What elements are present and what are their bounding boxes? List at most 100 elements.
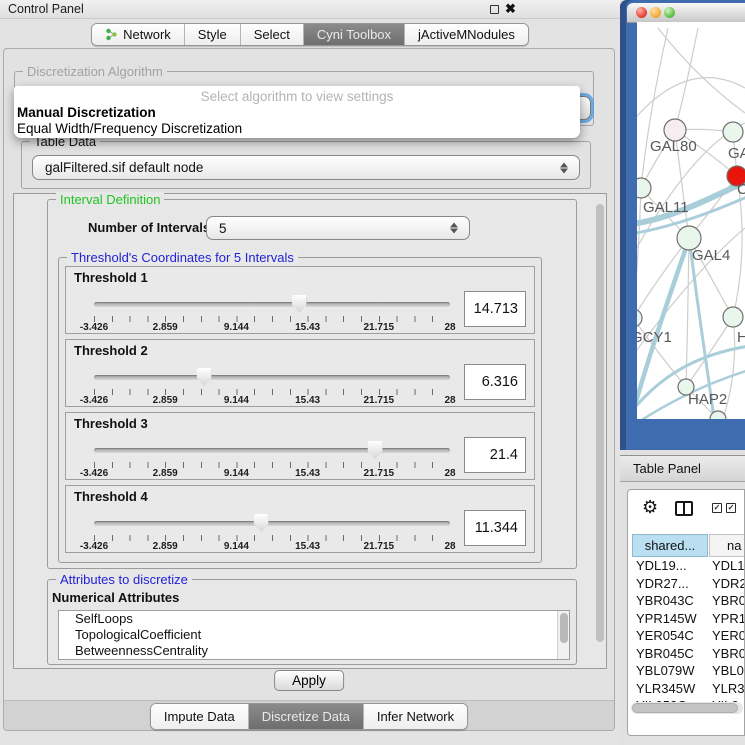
svg-text:GAL80: GAL80	[650, 138, 697, 155]
attributes-group: Attributes to discretize Numerical Attri…	[47, 579, 577, 665]
bottom-tab[interactable]: Infer Network	[364, 704, 467, 729]
tick-label: -3.426	[80, 395, 108, 406]
table-panel-titlebar: Table Panel	[620, 455, 745, 482]
cell-name: YER0	[712, 628, 745, 643]
numerical-attributes-list[interactable]: SelfLoops TopologicalCoefficient Between…	[58, 610, 570, 660]
tick-label: 2.859	[153, 395, 178, 406]
zoom-traffic-light-icon[interactable]	[664, 7, 675, 18]
svg-text:GAL4: GAL4	[692, 247, 730, 264]
panel-title: Control Panel	[8, 2, 84, 16]
slider-tick-labels: -3.426 2.859 9.144 15.43 21.715	[94, 468, 450, 480]
threshold-slider[interactable]	[94, 517, 450, 531]
table-data-combobox[interactable]: galFiltered.sif default node	[32, 155, 580, 180]
threshold-value-field[interactable]: 21.4	[464, 437, 526, 473]
panel-scrollbar[interactable]	[596, 204, 604, 642]
table-row[interactable]: YBR045C YBR0	[628, 646, 745, 664]
numerical-attributes-label: Numerical Attributes	[52, 590, 179, 605]
network-nodes[interactable]	[637, 119, 745, 419]
discretization-algorithm-label: Discretization Algorithm	[23, 64, 167, 79]
table-row[interactable]: YER054C YER0	[628, 628, 745, 646]
table-body: YDL19... YDL1 YDR27... YDR2 YBR043C YBR0	[628, 558, 745, 706]
threshold-slider[interactable]	[94, 444, 450, 458]
top-tab[interactable]: Select	[241, 24, 304, 45]
table-row[interactable]: YBR043C YBR0	[628, 593, 745, 611]
list-scrollbar[interactable]	[557, 611, 569, 659]
cell-name: YBR0	[712, 593, 745, 608]
table-row[interactable]: YPR145W YPR1	[628, 611, 745, 629]
table-row[interactable]: YLR345W YLR3	[628, 681, 745, 699]
slider-track[interactable]	[94, 448, 450, 453]
num-intervals-label: Number of Intervals	[88, 220, 210, 235]
table-row[interactable]: YDR27... YDR2	[628, 576, 745, 594]
top-tab[interactable]: Style	[185, 24, 241, 45]
tick-label: 15.43	[295, 395, 320, 406]
float-window-icon[interactable]	[490, 5, 499, 14]
settings-gear-icon[interactable]: ⚙	[642, 497, 658, 518]
tick-label: 21.715	[364, 541, 395, 552]
table-horizontal-scrollbar[interactable]	[631, 702, 743, 714]
table-row[interactable]: YDL19... YDL1	[628, 558, 745, 576]
checkbox-icon[interactable]: ✓	[712, 503, 722, 513]
attributes-group-label: Attributes to discretize	[56, 572, 192, 587]
top-tab[interactable]: Network	[92, 24, 185, 45]
tick-label: 15.43	[295, 541, 320, 552]
dropdown-prompt: Select algorithm to view settings	[14, 89, 580, 104]
threshold-block: Threshold 4 -3.426	[65, 485, 535, 553]
cell-shared-name: YDL19...	[636, 558, 687, 573]
threshold-list: Threshold 1 -3.426	[59, 266, 541, 553]
tick-label: 21.715	[364, 395, 395, 406]
slider-tick-labels: -3.426 2.859 9.144 15.43 21.715	[94, 322, 450, 334]
svg-text:C: C	[737, 181, 745, 198]
tick-label: 28	[444, 541, 455, 552]
split-columns-icon[interactable]	[675, 501, 693, 516]
tick-label: 15.43	[295, 468, 320, 479]
column-header-name[interactable]: na	[709, 534, 745, 557]
slider-track[interactable]	[94, 375, 450, 380]
network-view[interactable]: GAL80 GA C GAL11 GAL4 GCY1 H HAP2	[637, 22, 745, 419]
threshold-slider[interactable]	[94, 371, 450, 385]
threshold-value-field[interactable]: 14.713	[464, 291, 526, 327]
network-canvas[interactable]: GAL80 GA C GAL11 GAL4 GCY1 H HAP2	[637, 22, 745, 419]
node-gal11	[637, 178, 651, 198]
top-tab-label: Cyni Toolbox	[317, 27, 391, 42]
num-intervals-combobox[interactable]: 5	[206, 216, 470, 240]
bottom-tab[interactable]: Discretize Data	[249, 704, 364, 729]
slider-thumb[interactable]	[368, 441, 383, 459]
column-header-shared-name[interactable]: shared...	[632, 534, 708, 557]
threshold-slider[interactable]	[94, 298, 450, 312]
attribute-item[interactable]: SelfLoops	[59, 611, 569, 627]
threshold-value-field[interactable]: 6.316	[464, 364, 526, 400]
top-tab[interactable]: jActiveMNodules	[405, 24, 528, 45]
slider-track[interactable]	[94, 302, 450, 307]
threshold-value-field[interactable]: 11.344	[464, 510, 526, 546]
cell-shared-name: YBL079W	[636, 663, 695, 678]
slider-thumb[interactable]	[292, 295, 307, 313]
cell-shared-name: YLR345W	[636, 681, 695, 696]
top-tab[interactable]: Cyni Toolbox	[304, 24, 405, 45]
cell-name: YBL0	[712, 663, 744, 678]
minimize-traffic-light-icon[interactable]	[650, 7, 661, 18]
apply-button[interactable]: Apply	[274, 670, 344, 691]
slider-thumb[interactable]	[197, 368, 212, 386]
top-tab-label: Select	[254, 27, 290, 42]
attribute-item[interactable]: TopologicalCoefficient	[59, 627, 569, 643]
close-icon[interactable]: ✖	[505, 1, 516, 17]
bottom-tab-bar: Impute Data Discretize Data Infer Networ…	[4, 700, 614, 730]
threshold-block: Threshold 3 -3.426	[65, 412, 535, 480]
cell-shared-name: YER054C	[636, 628, 694, 643]
dropdown-option-manual[interactable]: Manual Discretization	[17, 105, 156, 120]
table-row[interactable]: YBL079W YBL0	[628, 663, 745, 681]
control-panel: Control Panel ✖ Network	[0, 0, 620, 745]
dropdown-option-equal-width[interactable]: Equal Width/Frequency Discretization	[17, 121, 242, 136]
bottom-tab[interactable]: Impute Data	[151, 704, 249, 729]
stepper-arrows-icon	[450, 223, 458, 234]
tick-label: 2.859	[153, 541, 178, 552]
close-traffic-light-icon[interactable]	[636, 7, 647, 18]
bottom-tab-label: Discretize Data	[262, 709, 350, 724]
attribute-item[interactable]: BetweennessCentrality	[59, 643, 569, 659]
checkbox-icon[interactable]: ✓	[726, 503, 736, 513]
table-data-value: galFiltered.sif default node	[45, 160, 203, 175]
slider-thumb[interactable]	[254, 514, 269, 532]
slider-track[interactable]	[94, 521, 450, 526]
tick-label: 28	[444, 468, 455, 479]
